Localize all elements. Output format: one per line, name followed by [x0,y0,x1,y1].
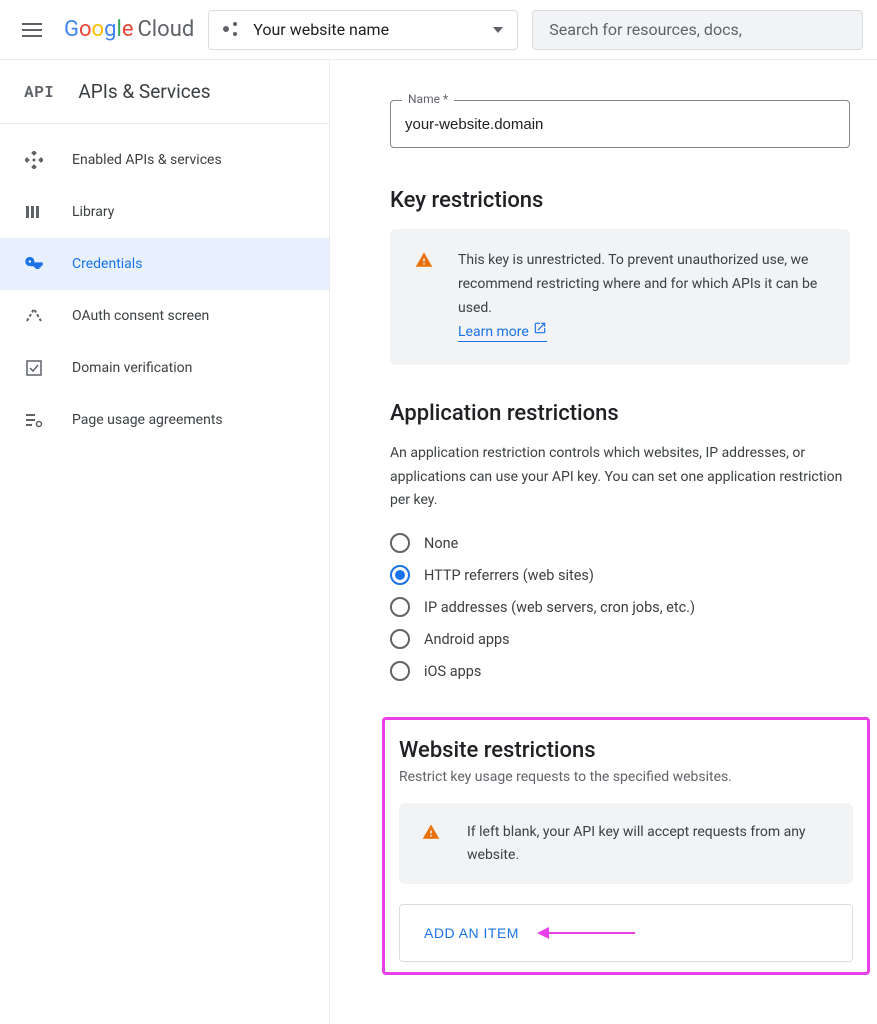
nav-label: Library [72,204,114,220]
warning-text: If left blank, your API key will accept … [467,821,831,866]
radio-android[interactable]: Android apps [390,629,847,649]
nav-item-domain-verification[interactable]: Domain verification [0,342,329,394]
radio-icon [390,597,410,617]
warning-text: This key is unrestricted. To prevent una… [458,252,817,316]
radio-icon [390,629,410,649]
name-input[interactable] [390,100,850,148]
nav-label: Credentials [72,256,142,272]
website-restrictions-heading: Website restrictions [399,738,853,763]
radio-label: Android apps [424,631,510,648]
sidebar-title: APIs & Services [78,80,210,103]
warning-icon [414,251,434,269]
nav-item-library[interactable]: Library [0,186,329,238]
api-chip-icon: API [24,81,54,102]
search-placeholder: Search for resources, docs, [549,20,742,39]
add-item-button[interactable]: ADD AN ITEM [424,925,519,941]
key-icon [24,254,44,274]
radio-none[interactable]: None [390,533,847,553]
oauth-icon [24,306,44,326]
nav-label: Page usage agreements [72,412,223,428]
nav-item-page-usage[interactable]: Page usage agreements [0,394,329,446]
header: Google Cloud Your website name Search fo… [0,0,877,60]
main-content: Name * Key restrictions This key is unre… [330,60,877,1024]
sidebar-header: API APIs & Services [0,60,329,124]
nav-label: Enabled APIs & services [72,152,222,168]
nav-item-credentials[interactable]: Credentials [0,238,329,290]
logo-cloud-text: Cloud [137,17,194,42]
chevron-down-icon [493,27,503,33]
app-restrictions-desc: An application restriction controls whic… [390,442,850,513]
nav-item-oauth[interactable]: OAuth consent screen [0,290,329,342]
nav-list: Enabled APIs & services Library Credenti… [0,124,329,446]
nav-item-enabled-apis[interactable]: Enabled APIs & services [0,134,329,186]
project-icon [223,22,239,38]
add-item-container: ADD AN ITEM [399,904,853,962]
sidebar: API APIs & Services Enabled APIs & servi… [0,60,330,1024]
warning-icon [421,823,441,841]
radio-ios[interactable]: iOS apps [390,661,847,681]
project-selector[interactable]: Your website name [208,10,518,50]
google-cloud-logo[interactable]: Google Cloud [64,17,194,42]
app-restrictions-heading: Application restrictions [390,401,847,426]
library-icon [24,202,44,222]
radio-http-referrers[interactable]: HTTP referrers (web sites) [390,565,847,585]
agreements-icon [24,410,44,430]
external-link-icon [533,320,547,344]
menu-icon[interactable] [14,15,50,45]
radio-label: None [424,535,458,552]
website-restrictions-sub: Restrict key usage requests to the speci… [399,769,853,785]
nav-label: Domain verification [72,360,192,376]
radio-label: HTTP referrers (web sites) [424,567,594,584]
radio-icon [390,533,410,553]
enabled-apis-icon [24,150,44,170]
website-restrictions-warning: If left blank, your API key will accept … [399,803,853,884]
website-restrictions-highlight: Website restrictions Restrict key usage … [382,717,870,975]
key-restrictions-heading: Key restrictions [390,188,847,213]
nav-label: OAuth consent screen [72,308,209,324]
name-field-wrap: Name * [390,100,847,148]
annotation-arrow-icon [539,932,635,934]
check-box-icon [24,358,44,378]
app-restrictions-radio-group: None HTTP referrers (web sites) IP addre… [390,533,847,681]
radio-label: iOS apps [424,663,481,680]
search-input[interactable]: Search for resources, docs, [532,10,863,50]
radio-label: IP addresses (web servers, cron jobs, et… [424,599,695,616]
name-field-label: Name * [402,92,454,106]
project-name: Your website name [253,20,389,39]
radio-icon [390,565,410,585]
radio-ip-addresses[interactable]: IP addresses (web servers, cron jobs, et… [390,597,847,617]
key-restrictions-warning: This key is unrestricted. To prevent una… [390,229,850,365]
learn-more-link[interactable]: Learn more [458,324,547,342]
radio-icon [390,661,410,681]
